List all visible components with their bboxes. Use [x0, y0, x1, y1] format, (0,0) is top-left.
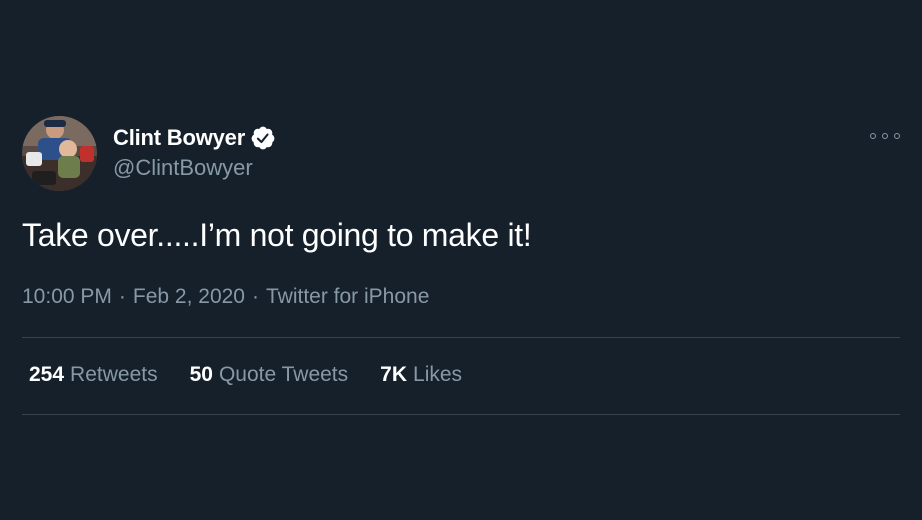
- tweet-text: Take over.....I’m not going to make it!: [22, 217, 532, 253]
- retweets-count: 254: [29, 363, 65, 386]
- tweet-time[interactable]: 10:00 PM: [22, 285, 112, 308]
- meta-separator: ·: [118, 285, 126, 308]
- meta-separator: ·: [251, 285, 259, 308]
- likes-label: Likes: [413, 363, 463, 386]
- divider: [22, 414, 900, 415]
- quote-tweets-label: Quote Tweets: [218, 363, 349, 386]
- more-dot: [894, 133, 900, 139]
- avatar-photo: [22, 116, 97, 191]
- divider: [22, 337, 900, 338]
- tweet-card: Clint Bowyer @ClintBowyer Take over.....…: [0, 0, 922, 520]
- verified-badge-icon: [250, 125, 276, 151]
- likes-stat[interactable]: 7K Likes: [380, 363, 462, 387]
- retweets-label: Retweets: [70, 363, 158, 386]
- more-options-icon[interactable]: [870, 128, 900, 144]
- likes-count: 7K: [380, 363, 408, 386]
- author-handle[interactable]: @ClintBowyer: [113, 155, 253, 181]
- more-dot: [870, 133, 876, 139]
- quote-tweets-count: 50: [189, 363, 213, 386]
- tweet-date[interactable]: Feb 2, 2020: [133, 285, 245, 308]
- tweet-source[interactable]: Twitter for iPhone: [266, 285, 429, 308]
- author-display-name[interactable]: Clint Bowyer: [113, 125, 245, 151]
- quote-tweets-stat[interactable]: 50 Quote Tweets: [190, 363, 349, 387]
- tweet-meta: 10:00 PM · Feb 2, 2020 · Twitter for iPhone: [22, 285, 429, 309]
- tweet-stats: 254 Retweets 50 Quote Tweets 7K Likes: [29, 363, 494, 387]
- author-name-row[interactable]: Clint Bowyer: [113, 124, 276, 152]
- more-dot: [882, 133, 888, 139]
- retweets-stat[interactable]: 254 Retweets: [29, 363, 158, 387]
- avatar[interactable]: [22, 116, 97, 191]
